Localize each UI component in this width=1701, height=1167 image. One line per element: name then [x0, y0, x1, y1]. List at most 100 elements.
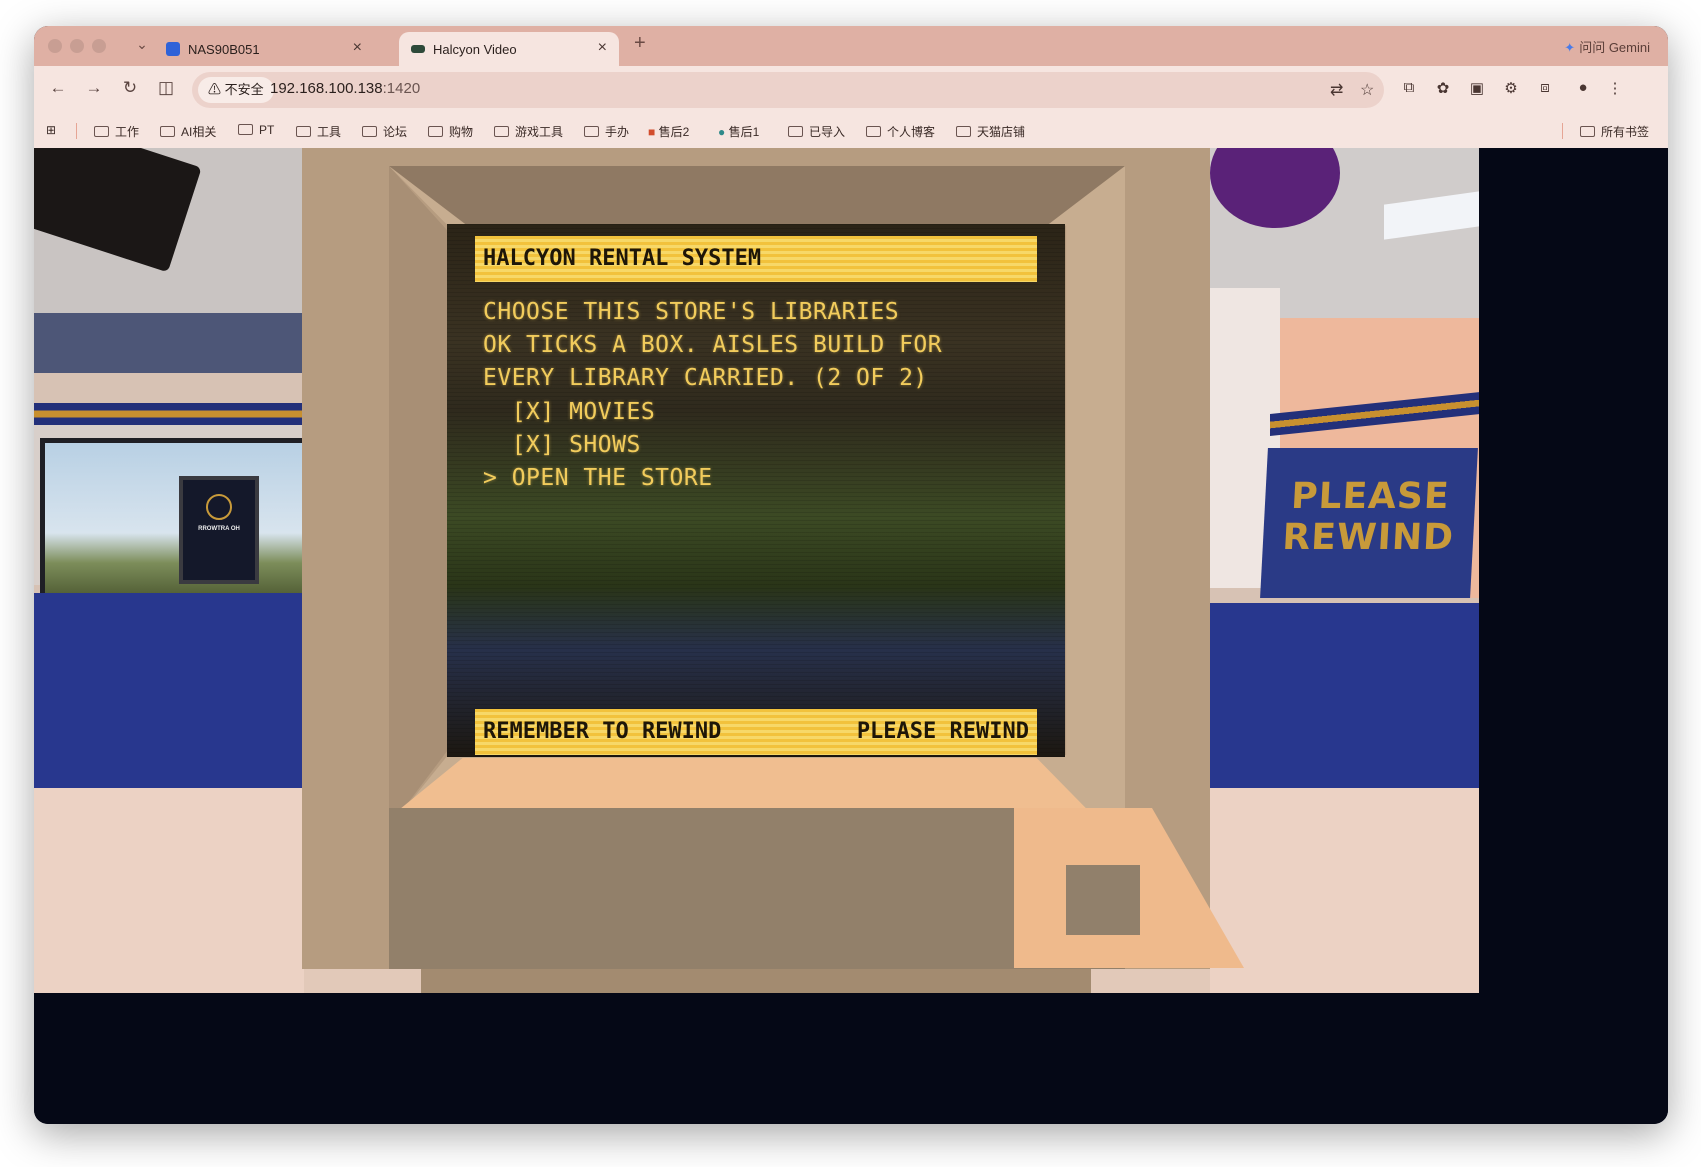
bookmark-star-icon[interactable]: ☆ — [1360, 80, 1374, 100]
translate-icon[interactable]: ⇄ — [1330, 80, 1343, 100]
profile-avatar-icon[interactable]: ● — [1572, 79, 1594, 96]
folder-icon — [584, 126, 599, 137]
crt-screen[interactable]: HALCYON RENTAL SYSTEM CHOOSE THIS STORE'… — [447, 224, 1065, 757]
please-rewind-sign: PLEASE REWIND — [1260, 448, 1478, 598]
folder-icon — [428, 126, 443, 137]
apps-grid-icon[interactable]: ⊞ — [46, 123, 56, 137]
bookmark-label: 购物 — [449, 125, 474, 139]
gemini-label: 问问 Gemini — [1579, 40, 1650, 55]
bookmarks-divider — [76, 123, 77, 139]
folder-icon — [238, 124, 253, 135]
more-menu-icon[interactable]: ⋮ — [1604, 79, 1626, 97]
bookmark-label: 工具 — [317, 125, 342, 139]
bookmark-link[interactable]: ● 售后1 — [718, 123, 759, 140]
extension-image-icon[interactable]: ▣ — [1466, 79, 1488, 97]
bookmark-label: 所有书签 — [1601, 125, 1650, 139]
bookmark-label: 手办 — [605, 125, 630, 139]
url-host: 192.168.100.138 — [270, 80, 383, 97]
folder-icon — [1580, 126, 1595, 137]
security-label: 不安全 — [224, 82, 264, 97]
reload-icon[interactable]: ↻ — [118, 78, 142, 98]
bookmark-folder[interactable]: 论坛 — [362, 123, 407, 140]
all-bookmarks-folder[interactable]: 所有书签 — [1580, 123, 1649, 140]
folder-icon — [94, 126, 109, 137]
sign-line-1: PLEASE — [1290, 476, 1451, 517]
bookmark-folder[interactable]: 天猫店铺 — [956, 123, 1025, 140]
tab-strip: ⌄ NAS90B051 × Halcyon Video × + ✦ 问问 Gemi… — [34, 26, 1668, 66]
tab-title: NAS90B051 — [188, 42, 260, 57]
folder-icon — [494, 126, 509, 137]
tab-search-chevron-icon[interactable]: ⌄ — [132, 34, 152, 54]
bookmark-link[interactable]: ■ 售后2 — [648, 123, 689, 140]
bookmarks-divider — [1562, 123, 1563, 139]
bookmark-folder[interactable]: 工具 — [296, 123, 341, 140]
address-bar[interactable]: ⚠ 不安全 192.168.100.138:1420 ⇄ ☆ — [192, 72, 1384, 108]
wall-stripe-left — [34, 403, 304, 425]
floor-right — [1210, 788, 1479, 993]
bookmark-label: PT — [259, 123, 275, 137]
close-window-button[interactable] — [48, 39, 62, 53]
tab-title: Halcyon Video — [433, 42, 517, 57]
extension-chatgpt-icon[interactable]: ⚙ — [1500, 79, 1522, 97]
store-window — [40, 438, 310, 598]
bookmark-label: 论坛 — [383, 125, 408, 139]
option-open-store[interactable]: > OPEN THE STORE — [483, 465, 713, 491]
extension-pink-icon[interactable]: ✿ — [1432, 79, 1454, 97]
option-shows[interactable]: [X] SHOWS — [483, 432, 641, 458]
toolbar: ← → ↻ ◫ ⚠ 不安全 192.168.100.138:1420 ⇄ ☆ ⧉… — [34, 66, 1668, 114]
new-tab-plus-icon[interactable]: + — [634, 32, 646, 55]
bookmark-label: 个人博客 — [887, 125, 936, 139]
bookmark-label: 工作 — [115, 125, 140, 139]
bookmark-label: 售后2 — [658, 125, 690, 139]
screen-header-bar: HALCYON RENTAL SYSTEM — [475, 236, 1037, 282]
extensions-puzzle-icon[interactable]: ⧈ — [1534, 79, 1556, 96]
bookmark-label: AI相关 — [181, 125, 217, 139]
footer-left-text: REMEMBER TO REWIND — [483, 719, 722, 744]
bookmark-folder[interactable]: 个人博客 — [866, 123, 935, 140]
split-view-icon[interactable]: ◫ — [154, 78, 178, 98]
floor-left — [34, 788, 304, 993]
gemini-button[interactable]: ✦ 问问 Gemini — [1564, 37, 1650, 56]
bookmark-folder[interactable]: 游戏工具 — [494, 123, 563, 140]
bookmark-folder[interactable]: 购物 — [428, 123, 473, 140]
video-site-icon — [411, 45, 425, 53]
minimize-window-button[interactable] — [70, 39, 84, 53]
folder-icon — [296, 126, 311, 137]
counter-right — [1210, 603, 1479, 793]
bookmark-label: 游戏工具 — [515, 125, 564, 139]
folder-icon — [362, 126, 377, 137]
tab-halcyon-video[interactable]: Halcyon Video × — [399, 32, 619, 66]
bookmark-folder[interactable]: PT — [238, 123, 274, 137]
close-tab-icon[interactable]: × — [598, 39, 607, 57]
close-tab-icon[interactable]: × — [353, 39, 362, 57]
dollar-site-icon: ● — [718, 125, 726, 139]
soffit-left — [34, 313, 304, 373]
tab-nas[interactable]: NAS90B051 × — [154, 32, 374, 66]
maximize-window-button[interactable] — [92, 39, 106, 53]
security-chip[interactable]: ⚠ 不安全 — [198, 77, 274, 103]
option-movies[interactable]: [X] MOVIES — [483, 399, 655, 425]
monitor-power-knob — [1066, 865, 1140, 935]
bookmark-folder[interactable]: 手办 — [584, 123, 629, 140]
warning-triangle-icon: ⚠ — [208, 82, 222, 97]
bookmark-folder[interactable]: AI相关 — [160, 123, 216, 140]
folder-icon — [788, 126, 803, 137]
url-text[interactable]: 192.168.100.138:1420 — [270, 80, 420, 97]
prompt-line: EVERY LIBRARY CARRIED. (2 OF 2) — [483, 365, 928, 391]
prompt-line: OK TICKS A BOX. AISLES BUILD FOR — [483, 332, 943, 358]
poster-logo-icon — [206, 494, 232, 520]
forward-arrow-icon[interactable]: → — [82, 78, 106, 98]
bookmark-label: 天猫店铺 — [977, 125, 1026, 139]
store-poster: RROWTRA OH — [179, 476, 259, 584]
page-content: RROWTRA OH PLEASE REWIND HALCYON RENTAL … — [34, 148, 1668, 1124]
bookmark-folder[interactable]: 工作 — [94, 123, 139, 140]
bookmark-folder[interactable]: 已导入 — [788, 123, 845, 140]
folder-icon — [160, 126, 175, 137]
folder-icon — [956, 126, 971, 137]
monitor-bezel-shade — [389, 166, 449, 828]
extension-tool-icon[interactable]: ⧉ — [1398, 79, 1420, 96]
url-port: :1420 — [382, 80, 421, 97]
game-canvas[interactable]: RROWTRA OH PLEASE REWIND HALCYON RENTAL … — [34, 148, 1479, 993]
windows-logo-icon: ■ — [648, 125, 656, 139]
back-arrow-icon[interactable]: ← — [46, 78, 70, 98]
